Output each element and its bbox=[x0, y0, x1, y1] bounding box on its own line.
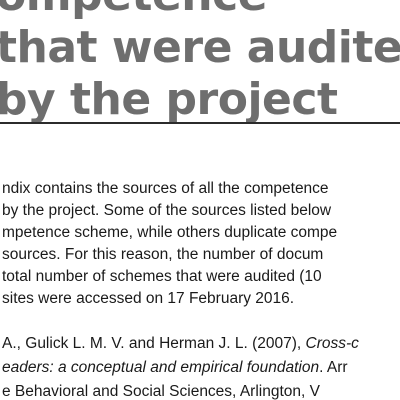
reference-line-3: e Behavioral and Social Sciences, Arling… bbox=[2, 383, 320, 400]
horizontal-rule bbox=[0, 122, 400, 124]
heading-line: that were audited bbox=[0, 22, 400, 73]
heading-line: by the project bbox=[0, 74, 338, 125]
reference-line-1: A., Gulick L. M. V. and Herman J. L. (20… bbox=[2, 332, 359, 356]
paragraph-line: ndix contains the sources of all the com… bbox=[2, 180, 329, 197]
paragraph-line: sources. For this reason, the number of … bbox=[2, 246, 324, 263]
document-page: ompetence that were audited by the proje… bbox=[0, 0, 400, 400]
paragraph-line: sites were accessed on 17 February 2016. bbox=[2, 290, 295, 307]
intro-paragraph: ndix contains the sources of all the com… bbox=[2, 178, 337, 310]
paragraph-line: by the project. Some of the sources list… bbox=[2, 202, 332, 219]
reference-publisher: . Arr bbox=[319, 359, 348, 376]
section-heading: ompetence that were audited by the proje… bbox=[0, 0, 400, 126]
reference-title-start: Cross-c bbox=[305, 335, 359, 352]
reference-line-2: eaders: a conceptual and empirical found… bbox=[2, 356, 359, 380]
reference-entry: A., Gulick L. M. V. and Herman J. L. (20… bbox=[2, 332, 359, 400]
heading-line: ompetence bbox=[0, 0, 400, 22]
paragraph-line: total number of schemes that were audite… bbox=[2, 268, 322, 285]
reference-authors: A., Gulick L. M. V. and Herman J. L. (20… bbox=[2, 335, 306, 352]
paragraph-line: mpetence scheme, while others duplicate … bbox=[2, 224, 338, 241]
reference-title-end: eaders: a conceptual and empirical found… bbox=[2, 359, 320, 376]
